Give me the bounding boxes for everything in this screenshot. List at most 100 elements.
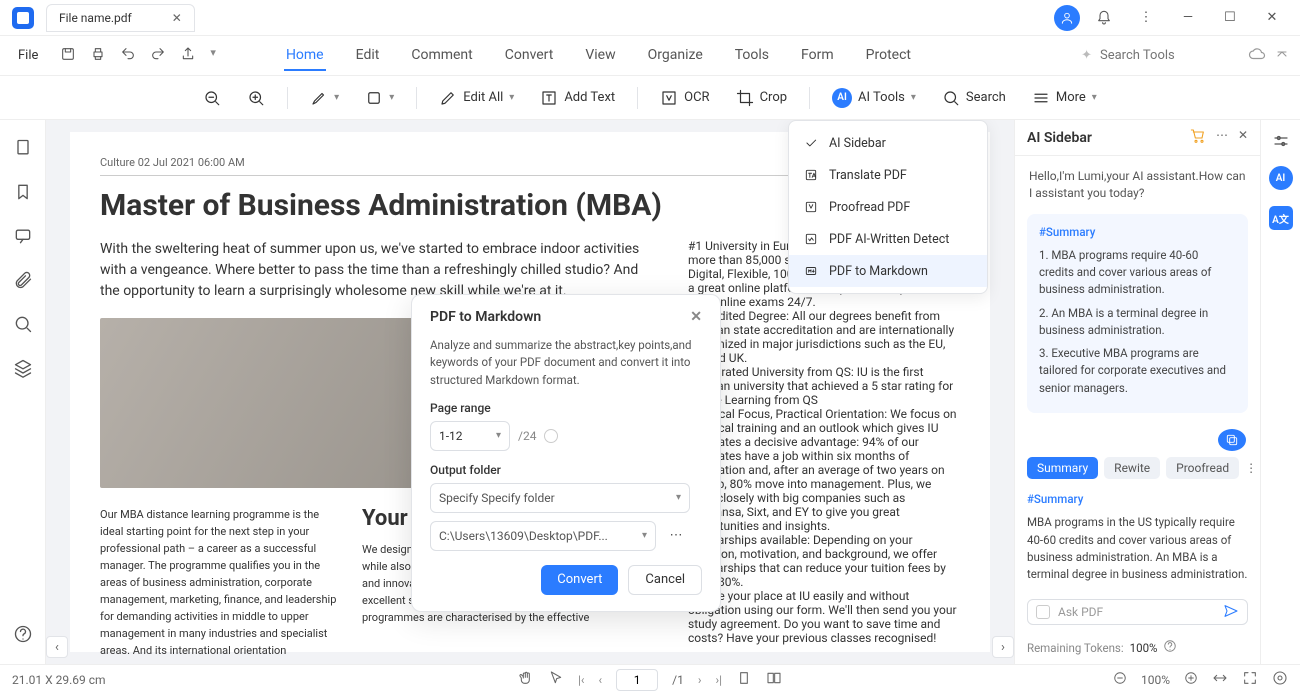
ai-sidebar: AI Sidebar ⋯ ✕ Hello,I'm Lumi,your AI as…: [1014, 120, 1260, 664]
notifications-icon[interactable]: [1086, 3, 1122, 33]
pill-rewrite[interactable]: Rewite: [1104, 457, 1160, 479]
ai-menu-proofread-pdf[interactable]: Proofread PDF: [789, 191, 987, 223]
attachments-icon[interactable]: [13, 270, 33, 290]
comments-icon[interactable]: [13, 226, 33, 246]
send-icon[interactable]: [1223, 603, 1239, 622]
window-minimize-icon[interactable]: —: [1170, 3, 1206, 33]
fullscreen-icon[interactable]: [1242, 670, 1258, 689]
ai-menu-ai-sidebar[interactable]: AI Sidebar: [789, 127, 987, 159]
share-icon[interactable]: [180, 46, 196, 66]
left-panel-toggle[interactable]: ‹: [46, 636, 68, 658]
cancel-button[interactable]: Cancel: [628, 565, 702, 595]
pills-more-icon[interactable]: ⋮: [1245, 461, 1257, 475]
modal-close-icon[interactable]: ✕: [690, 309, 702, 325]
overflow-menu-icon[interactable]: ⋮: [1128, 3, 1164, 33]
pill-proofread[interactable]: Proofread: [1166, 457, 1239, 479]
summary-point: 3. Executive MBA programs are tailored f…: [1039, 345, 1236, 397]
summary-point: 1. MBA programs require 40-60 credits an…: [1039, 247, 1236, 299]
collapse-up-icon[interactable]: [1274, 46, 1290, 66]
document-tab[interactable]: File name.pdf ✕: [46, 4, 195, 32]
search-button[interactable]: Search: [938, 85, 1010, 111]
ask-checkbox-icon[interactable]: [1036, 605, 1050, 619]
layers-icon[interactable]: [13, 358, 33, 378]
tab-tools[interactable]: Tools: [733, 41, 771, 71]
zoom-in-status-icon[interactable]: [1184, 671, 1198, 688]
save-icon[interactable]: [60, 46, 76, 66]
doc-intro: With the sweltering heat of summer upon …: [100, 239, 640, 302]
redo-icon[interactable]: [150, 46, 166, 66]
print-icon[interactable]: [90, 46, 106, 66]
modal-title: PDF to Markdown: [430, 309, 541, 325]
read-mode-icon[interactable]: [1272, 670, 1288, 689]
search-panel-icon[interactable]: [13, 314, 33, 334]
undo-icon[interactable]: [120, 46, 136, 66]
chevron-down-icon[interactable]: ▾: [210, 46, 216, 66]
close-tab-icon[interactable]: ✕: [172, 11, 182, 25]
sidebar-close-icon[interactable]: ✕: [1238, 128, 1248, 147]
two-page-icon[interactable]: [766, 670, 782, 689]
search-tools-input[interactable]: [1100, 48, 1220, 63]
tab-view[interactable]: View: [583, 41, 617, 71]
tab-home[interactable]: Home: [284, 41, 326, 71]
summary-card: #Summary 1. MBA programs require 40-60 c…: [1027, 214, 1248, 413]
tab-protect[interactable]: Protect: [864, 41, 913, 71]
single-page-icon[interactable]: [736, 670, 752, 689]
edit-all-button[interactable]: Edit All▾: [435, 85, 518, 111]
user-avatar-icon[interactable]: [1054, 5, 1080, 31]
crop-button[interactable]: Crop: [732, 85, 791, 111]
ai-menu-translate-pdf[interactable]: Translate PDF: [789, 159, 987, 191]
ai-badge-icon[interactable]: AI: [1269, 166, 1293, 190]
zoom-in-icon[interactable]: [243, 85, 269, 111]
copy-icon[interactable]: [1218, 429, 1246, 451]
thumbnails-icon[interactable]: [13, 138, 33, 158]
tab-comment[interactable]: Comment: [409, 41, 474, 71]
page-range-select[interactable]: 1-12▾: [430, 421, 510, 451]
cart-icon[interactable]: [1190, 128, 1206, 147]
zoom-out-status-icon[interactable]: [1113, 671, 1127, 688]
ocr-button[interactable]: OCR: [656, 85, 713, 111]
markdown-icon: [803, 263, 819, 279]
page-total: /1: [672, 673, 684, 687]
translate-badge-icon[interactable]: A文: [1269, 206, 1293, 230]
file-menu[interactable]: File: [10, 44, 46, 67]
tab-edit[interactable]: Edit: [354, 41, 382, 71]
ask-pdf-input[interactable]: Ask PDF: [1027, 599, 1248, 625]
sidebar-more-icon[interactable]: ⋯: [1216, 128, 1228, 147]
bookmarks-icon[interactable]: [13, 182, 33, 202]
window-maximize-icon[interactable]: ☐: [1212, 3, 1248, 33]
pill-summary[interactable]: Summary: [1027, 457, 1098, 479]
window-close-icon[interactable]: ✕: [1254, 3, 1290, 33]
zoom-out-icon[interactable]: [199, 85, 225, 111]
radio-placeholder-icon[interactable]: [544, 429, 558, 443]
first-page-icon[interactable]: |‹: [578, 673, 585, 687]
ai-tools-button[interactable]: AIAI Tools▾: [828, 84, 920, 112]
tokens-label: Remaining Tokens:: [1027, 641, 1124, 655]
fit-width-icon[interactable]: [1212, 670, 1228, 689]
select-tool-icon[interactable]: [548, 670, 564, 689]
hand-tool-icon[interactable]: [518, 670, 534, 689]
more-button[interactable]: More▾: [1028, 85, 1101, 111]
settings-sliders-icon[interactable]: [1272, 132, 1290, 150]
ai-menu-pdf-ai-written-detect[interactable]: PDF AI-Written Detect: [789, 223, 987, 255]
right-panel-toggle[interactable]: ›: [992, 636, 1014, 658]
highlight-tool[interactable]: ▾: [306, 85, 343, 111]
browse-folder-icon[interactable]: ⋯: [664, 528, 688, 543]
cloud-icon[interactable]: [1248, 45, 1266, 67]
prev-page-icon[interactable]: ‹: [599, 673, 603, 687]
tab-form[interactable]: Form: [799, 41, 836, 71]
output-folder-select[interactable]: Specify Specify folder▾: [430, 483, 690, 513]
convert-button[interactable]: Convert: [541, 565, 618, 595]
page-input[interactable]: [616, 669, 658, 691]
last-page-icon[interactable]: ›|: [715, 673, 722, 687]
tokens-help-icon[interactable]: [1163, 639, 1177, 656]
help-icon[interactable]: [13, 624, 33, 644]
tab-convert[interactable]: Convert: [503, 41, 556, 71]
next-page-icon[interactable]: ›: [698, 673, 702, 687]
proofread-icon: [803, 199, 819, 215]
shape-tool[interactable]: ▾: [361, 85, 398, 111]
output-path-select[interactable]: C:\Users\13609\Desktop\PDF...▾: [430, 521, 656, 551]
ai-menu-pdf-to-markdown[interactable]: PDF to Markdown: [789, 255, 987, 287]
add-text-button[interactable]: Add Text: [536, 85, 619, 111]
ai-tools-dropdown: AI SidebarTranslate PDFProofread PDFPDF …: [788, 120, 988, 294]
tab-organize[interactable]: Organize: [646, 41, 705, 71]
